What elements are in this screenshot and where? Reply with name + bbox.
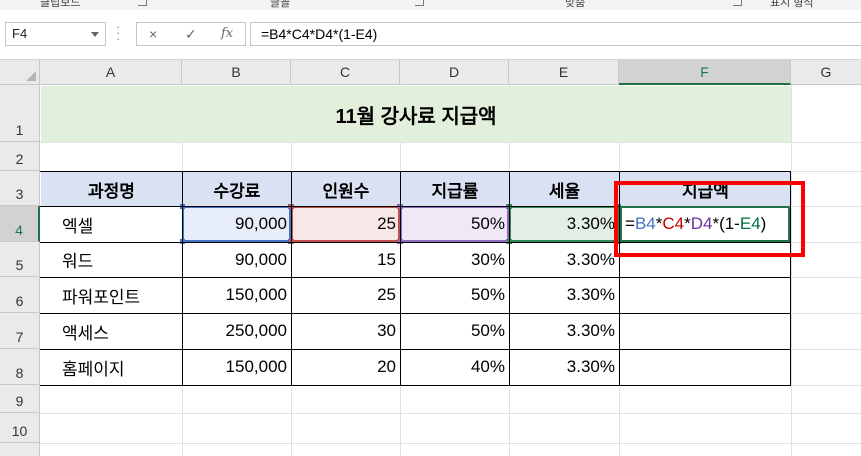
formula-bar-resize-handle[interactable]: · · · [116,20,120,45]
cell-d5[interactable]: 30% [400,242,509,277]
cell-e7[interactable]: 3.30% [509,313,619,349]
cell-e5[interactable]: 3.30% [509,242,619,277]
column-header-g[interactable]: G [791,60,861,85]
row-header-8[interactable]: 8 [0,349,40,385]
cell-c7[interactable]: 30 [291,313,400,349]
ribbon-group-alignment: 맞춤 [565,0,586,9]
table-border [40,277,791,278]
header-count[interactable]: 인원수 [292,172,400,206]
column-header-f[interactable]: F [619,60,791,85]
select-all-button[interactable] [0,60,40,85]
column-header-a[interactable]: A [40,60,182,85]
cell-d4[interactable]: 50% [400,206,509,242]
formula-bar: F4 · · · × ✓ fx =B4*C4*D4*(1-E4) [0,10,861,60]
cell-c8[interactable]: 20 [291,349,400,385]
cell-b5[interactable]: 90,000 [182,242,291,277]
font-launcher-icon[interactable] [415,0,424,6]
clipboard-launcher-icon[interactable] [138,0,147,6]
row-header-2[interactable]: 2 [0,142,40,171]
table-border [291,171,292,386]
row-header-1[interactable]: 1 [0,85,40,142]
column-header-b[interactable]: B [182,60,291,85]
table-border [40,171,791,172]
ribbon-group-number: 표시 형식 [770,0,814,9]
insert-function-icon[interactable]: fx [221,26,233,41]
gridline [791,85,792,456]
sheet-title[interactable]: 11월 강사료 지급액 [41,86,791,142]
cell-d8[interactable]: 40% [400,349,509,385]
cell-b4[interactable]: 90,000 [182,206,291,242]
ribbon-strip: 클립보드 글꼴 맞춤 표시 형식 [0,0,861,10]
table-border [40,349,791,350]
ribbon-group-clipboard: 클립보드 [40,0,81,9]
cell-d7[interactable]: 50% [400,313,509,349]
row-header-9[interactable]: 9 [0,385,40,413]
row-header-11[interactable] [0,443,40,456]
row-header-7[interactable]: 7 [0,313,40,349]
table-border [400,171,401,386]
header-course[interactable]: 과정명 [41,172,182,206]
enter-icon[interactable]: ✓ [185,26,197,43]
cell-e8[interactable]: 3.30% [509,349,619,385]
cell-b8[interactable]: 150,000 [182,349,291,385]
gridline [40,443,861,444]
formula-buttons: × ✓ fx [136,22,246,46]
cancel-icon[interactable]: × [149,26,157,42]
cell-a7[interactable]: 액세스 [40,313,182,349]
cell-c4[interactable]: 25 [291,206,400,242]
cell-b6[interactable]: 150,000 [182,277,291,313]
table-border [182,171,183,386]
cell-b7[interactable]: 250,000 [182,313,291,349]
column-header-d[interactable]: D [400,60,509,85]
cell-c6[interactable]: 25 [291,277,400,313]
row-header-3[interactable]: 3 [0,171,40,206]
cell-e6[interactable]: 3.30% [509,277,619,313]
name-box-value: F4 [12,26,28,41]
cell-a8[interactable]: 홈페이지 [40,349,182,385]
column-header-e[interactable]: E [509,60,619,85]
annotation-highlight-box [614,181,805,257]
header-fee[interactable]: 수강료 [183,172,291,206]
alignment-launcher-icon[interactable] [733,0,742,6]
ribbon-group-font: 글꼴 [270,0,291,9]
table-border [40,385,791,386]
name-box-dropdown-icon[interactable] [91,32,99,37]
row-header-10[interactable]: 10 [0,413,40,443]
gridline [40,413,861,414]
row-header-6[interactable]: 6 [0,277,40,313]
header-tax[interactable]: 세율 [510,172,619,206]
name-box[interactable]: F4 [5,22,106,46]
column-header-c[interactable]: C [291,60,400,85]
cell-e4[interactable]: 3.30% [509,206,619,242]
worksheet-grid: A B C D E F G 1 2 3 4 5 6 7 8 9 10 11월 강… [0,60,861,456]
header-rate[interactable]: 지급률 [401,172,509,206]
gridline [40,142,861,143]
cell-a5[interactable]: 워드 [40,242,182,277]
cell-a4[interactable]: 엑셀 [40,206,182,242]
row-header-4[interactable]: 4 [0,206,40,242]
table-border [509,171,510,386]
cell-c5[interactable]: 15 [291,242,400,277]
formula-input[interactable]: =B4*C4*D4*(1-E4) [250,22,861,46]
table-border [40,313,791,314]
cell-d6[interactable]: 50% [400,277,509,313]
row-header-5[interactable]: 5 [0,242,40,277]
cell-a6[interactable]: 파워포인트 [40,277,182,313]
